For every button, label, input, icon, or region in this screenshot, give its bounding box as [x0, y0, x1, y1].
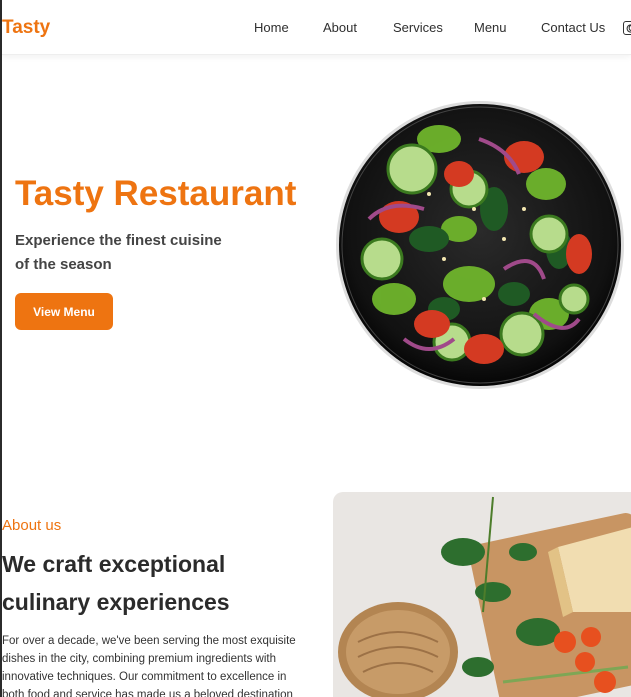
about-title: We craft exceptional culinary experience… — [2, 551, 230, 615]
about-kicker: About us — [2, 517, 62, 534]
brand-logo[interactable]: Tasty — [2, 17, 50, 39]
nav-link-about[interactable]: About — [323, 20, 357, 35]
moon-icon — [626, 23, 631, 33]
view-menu-button[interactable]: View Menu — [15, 293, 113, 330]
navbar: Tasty Home About Services Menu Contact U… — [2, 0, 631, 55]
hero-title: Tasty Restaurant — [15, 174, 297, 213]
ingredients-photo — [333, 492, 631, 697]
nav-link-home[interactable]: Home — [254, 20, 289, 35]
about-body: For over a decade, we've been serving th… — [2, 635, 296, 697]
theme-toggle-button[interactable] — [623, 21, 631, 35]
nav-link-menu[interactable]: Menu — [474, 20, 507, 35]
hero-subtitle: Experience the finest cuisine of the sea… — [15, 232, 222, 273]
nav-link-contact[interactable]: Contact Us — [541, 20, 605, 35]
salad-bowl-image — [336, 101, 624, 389]
nav-link-services[interactable]: Services — [393, 20, 443, 35]
